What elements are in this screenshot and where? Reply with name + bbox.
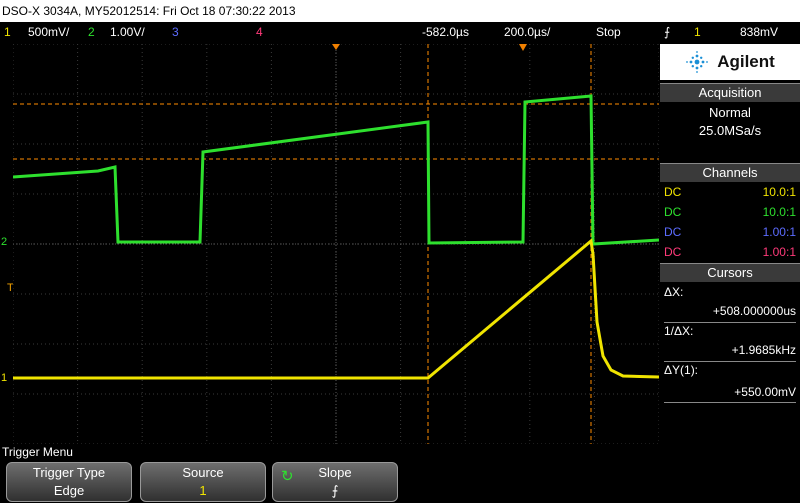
inverse-delta-x-label: 1/ΔX: <box>664 324 694 338</box>
channel-row-3[interactable]: DC 1.00:1 <box>664 222 796 242</box>
menu-title: Trigger Menu <box>2 445 73 459</box>
ch1-scale[interactable]: 500mV/ <box>28 22 69 42</box>
trigger-type-softkey[interactable]: Trigger Type Edge <box>6 462 132 502</box>
brand-name: Agilent <box>717 52 775 71</box>
waveform-svg <box>12 43 660 445</box>
source-softkey[interactable]: Source 1 <box>140 462 266 502</box>
slope-softkey[interactable]: ↻ Slope ⨍ <box>272 462 398 502</box>
ch1-ground-marker[interactable]: 1 <box>1 372 7 384</box>
inverse-delta-x-value: +1.9685kHz <box>731 343 796 357</box>
time-scale[interactable]: 200.0µs/ <box>504 22 550 42</box>
agilent-logo: Agilent <box>660 44 800 80</box>
cursors-header[interactable]: Cursors <box>660 263 800 282</box>
ch3-coupling: DC <box>664 225 682 239</box>
waveform-display[interactable] <box>12 43 660 445</box>
spark-icon <box>686 51 709 73</box>
trigger-slope-icon: ⨍ <box>664 25 671 39</box>
ch4-probe: 1.00:1 <box>762 245 796 259</box>
right-info-panel: Agilent Acquisition Normal 25.0MSa/s Cha… <box>660 44 800 444</box>
channel-row-1[interactable]: DC 10.0:1 <box>664 182 796 202</box>
delta-x-label: ΔX: <box>664 285 684 299</box>
delta-y-label: ΔY(1): <box>664 363 699 377</box>
window-title: DSO-X 3034A, MY52012514: Fri Oct 18 07:3… <box>0 0 800 22</box>
status-bar: 1 500mV/ 2 1.00V/ 3 4 -582.0µs 200.0µs/ … <box>0 22 800 42</box>
ch1-probe: 10.0:1 <box>762 185 796 199</box>
softkey-label: Trigger Type <box>32 465 106 480</box>
time-delay[interactable]: -582.0µs <box>422 22 469 42</box>
time-reference-marker[interactable] <box>519 44 527 51</box>
ch2-scale[interactable]: 1.00V/ <box>110 22 145 42</box>
ch1-waveform <box>13 238 660 380</box>
ch4-coupling: DC <box>664 245 682 259</box>
softkey-value: 1 <box>199 483 207 498</box>
sample-rate: 25.0MSa/s <box>698 123 762 138</box>
delta-y-value: +550.00mV <box>734 385 796 399</box>
ch2-coupling: DC <box>664 205 682 219</box>
divider <box>664 322 796 323</box>
trigger-level[interactable]: 838mV <box>740 22 778 42</box>
divider <box>664 402 796 403</box>
softkey-value: Edge <box>53 483 85 498</box>
ch4-number[interactable]: 4 <box>256 22 263 42</box>
delta-x-value: +508.000000us <box>712 304 796 318</box>
channel-row-4[interactable]: DC 1.00:1 <box>664 242 796 262</box>
trigger-position-marker[interactable] <box>332 44 340 50</box>
channel-row-2[interactable]: DC 10.0:1 <box>664 202 796 222</box>
ch3-number[interactable]: 3 <box>172 22 179 42</box>
ch2-number[interactable]: 2 <box>88 22 95 42</box>
channels-header[interactable]: Channels <box>660 163 800 182</box>
ch2-probe: 10.0:1 <box>762 205 796 219</box>
rising-edge-icon: ⨍ <box>331 483 339 498</box>
run-state[interactable]: Stop <box>596 22 621 42</box>
trigger-source[interactable]: 1 <box>694 22 701 42</box>
ch3-probe: 1.00:1 <box>762 225 796 239</box>
divider <box>664 361 796 362</box>
ch2-ground-marker[interactable]: 2 <box>1 236 7 248</box>
ch1-coupling: DC <box>664 185 682 199</box>
softkey-label: Source <box>182 465 224 480</box>
ch1-number[interactable]: 1 <box>4 22 11 42</box>
acquisition-header[interactable]: Acquisition <box>660 83 800 102</box>
acquisition-mode: Normal <box>709 105 751 120</box>
softkey-label: Slope <box>318 465 352 480</box>
